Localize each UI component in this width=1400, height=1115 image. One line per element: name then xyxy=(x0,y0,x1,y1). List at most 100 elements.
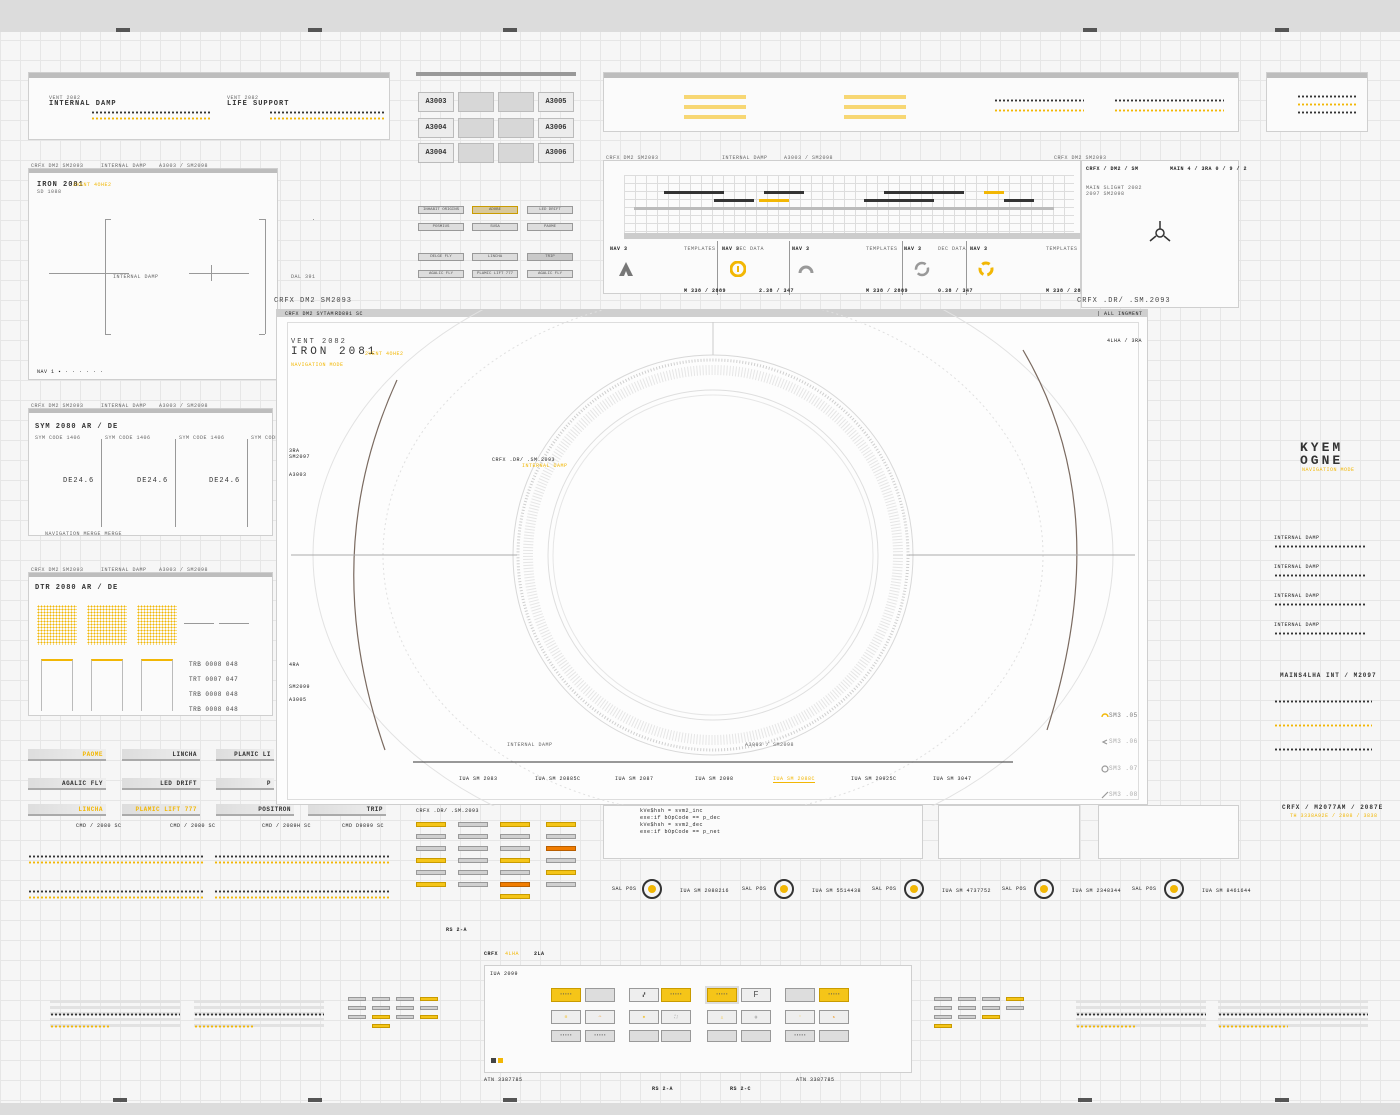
grid-button[interactable] xyxy=(458,834,488,839)
side-button-paome[interactable]: PAOME xyxy=(28,749,106,761)
tile-button[interactable]: DELGE FLY xyxy=(418,253,464,261)
tile-button[interactable]: PLAMIC LIFT 777 xyxy=(472,270,518,278)
mini-button[interactable] xyxy=(982,1006,1000,1010)
grid-button[interactable] xyxy=(458,870,488,875)
ctrl-button[interactable]: ▪▪▪▪▪ xyxy=(819,988,849,1002)
ctrl-button[interactable]: △ xyxy=(707,1010,737,1024)
grid-button[interactable] xyxy=(416,858,446,863)
tile-button[interactable]: PAOME xyxy=(527,223,573,231)
grid-button[interactable] xyxy=(416,882,446,887)
ctrl-button[interactable]: ▪▪▪▪▪ xyxy=(551,988,581,1002)
mini-button[interactable] xyxy=(958,997,976,1001)
mini-button[interactable] xyxy=(1006,1006,1024,1010)
dial-knob[interactable] xyxy=(1164,879,1184,899)
ctrl-button[interactable]: F xyxy=(741,988,771,1002)
grid-button[interactable] xyxy=(546,846,576,851)
ctrl-button[interactable]: ▪▪▪▪▪ xyxy=(661,988,691,1002)
dial-knob[interactable] xyxy=(904,879,924,899)
side-button-lincha[interactable]: LINCHA xyxy=(122,749,200,761)
mini-button[interactable] xyxy=(934,997,952,1001)
ctrl-button[interactable]: ↻ xyxy=(819,1010,849,1024)
sm-label[interactable]: SM3 .08 xyxy=(1109,791,1138,798)
ctrl-button[interactable]: ▪▪▪▪▪ xyxy=(785,1030,815,1042)
tile-a3006[interactable]: A3006 xyxy=(538,143,574,163)
tile-blank[interactable] xyxy=(498,118,534,138)
ctrl-button[interactable] xyxy=(819,1030,849,1042)
sm-label[interactable]: SM3 .07 xyxy=(1109,765,1138,772)
tile-blank[interactable] xyxy=(458,143,494,163)
ctrl-button[interactable] xyxy=(741,1030,771,1042)
mini-button[interactable] xyxy=(934,1006,952,1010)
ctrl-button[interactable] xyxy=(661,1030,691,1042)
mini-button[interactable] xyxy=(958,1015,976,1019)
glyph-card[interactable] xyxy=(41,659,73,711)
mini-button[interactable] xyxy=(372,1006,390,1010)
mini-button[interactable] xyxy=(982,997,1000,1001)
tile-blank[interactable] xyxy=(458,92,494,112)
mini-button[interactable] xyxy=(934,1015,952,1019)
mini-button[interactable] xyxy=(348,1006,366,1010)
grid-button[interactable] xyxy=(416,870,446,875)
ctrl-button[interactable]: ⛶ xyxy=(661,1010,691,1024)
ctrl-button[interactable]: ▪▪▪▪▪ xyxy=(551,1030,581,1042)
tile-a3005[interactable]: A3005 xyxy=(538,92,574,112)
side-button-agalic[interactable]: AGALIC FLY xyxy=(28,778,106,790)
mini-button[interactable] xyxy=(372,1015,390,1019)
mini-button[interactable] xyxy=(420,1006,438,1010)
glyph-card[interactable] xyxy=(141,659,173,711)
tile-button[interactable]: AGALIC FLY xyxy=(418,270,464,278)
mini-button[interactable] xyxy=(396,1015,414,1019)
grid-button[interactable] xyxy=(458,858,488,863)
mini-button[interactable] xyxy=(348,997,366,1001)
ctrl-button[interactable]: ◎ xyxy=(741,1010,771,1024)
tile-button[interactable]: LINCHA xyxy=(472,253,518,261)
mini-button[interactable] xyxy=(420,1015,438,1019)
grid-button[interactable] xyxy=(546,834,576,839)
glyph-card[interactable] xyxy=(91,659,123,711)
ctrl-button[interactable] xyxy=(629,1030,659,1042)
grid-button[interactable] xyxy=(416,846,446,851)
grid-button[interactable] xyxy=(458,822,488,827)
mini-button[interactable] xyxy=(1006,997,1024,1001)
grid-button[interactable] xyxy=(500,858,530,863)
mini-button[interactable] xyxy=(934,1024,952,1028)
tile-blank[interactable] xyxy=(458,118,494,138)
mini-button[interactable] xyxy=(396,1006,414,1010)
dial-knob[interactable] xyxy=(1034,879,1054,899)
side-button-lincha-2[interactable]: LINCHA xyxy=(28,804,106,816)
ctrl-button[interactable]: ⊟ xyxy=(551,1010,581,1024)
grid-button[interactable] xyxy=(500,870,530,875)
mini-button[interactable] xyxy=(372,997,390,1001)
grid-button[interactable] xyxy=(500,822,530,827)
mini-button[interactable] xyxy=(420,997,438,1001)
grid-button[interactable] xyxy=(416,822,446,827)
ctrl-button[interactable]: ▞ xyxy=(629,988,659,1002)
mini-button[interactable] xyxy=(396,997,414,1001)
grid-button[interactable] xyxy=(500,834,530,839)
mini-button[interactable] xyxy=(372,1024,390,1028)
tile-a3003[interactable]: A3003 xyxy=(418,92,454,112)
grid-button[interactable] xyxy=(416,834,446,839)
tile-button[interactable]: SUSA xyxy=(472,223,518,231)
tile-button[interactable]: AGALIC FLY xyxy=(527,270,573,278)
mini-button[interactable] xyxy=(348,1015,366,1019)
dial-knob[interactable] xyxy=(774,879,794,899)
tile-a3004[interactable]: A3004 xyxy=(418,143,454,163)
grid-button[interactable] xyxy=(500,846,530,851)
side-button-p[interactable]: P xyxy=(216,778,274,790)
tile-button[interactable]: TRIP xyxy=(527,253,573,261)
tile-button[interactable]: INHABIT ORIGINS xyxy=(418,206,464,214)
sm-label[interactable]: SM3 .06 xyxy=(1109,738,1138,745)
ctrl-button[interactable]: ◌ xyxy=(785,1010,815,1024)
dial-knob[interactable] xyxy=(642,879,662,899)
ctrl-button[interactable] xyxy=(785,988,815,1002)
tile-button[interactable]: ADOBE xyxy=(472,206,518,214)
ctrl-button[interactable] xyxy=(585,988,615,1002)
tile-a3006[interactable]: A3006 xyxy=(538,118,574,138)
grid-button[interactable] xyxy=(458,846,488,851)
tile-blank[interactable] xyxy=(498,143,534,163)
ctrl-button[interactable] xyxy=(707,1030,737,1042)
tile-button[interactable]: LED DRIFT xyxy=(527,206,573,214)
side-button-plamic-lift[interactable]: PLAMIC LIFT 777 xyxy=(122,804,200,816)
ctrl-button[interactable]: ◈ xyxy=(629,1010,659,1024)
